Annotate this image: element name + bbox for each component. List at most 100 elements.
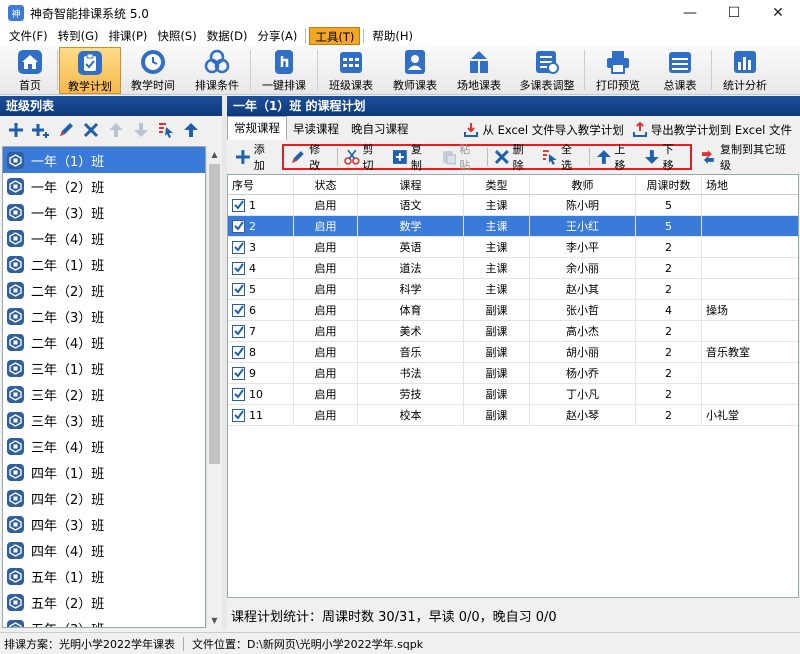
menu-schedule[interactable]: 排课(P) <box>103 27 152 45</box>
row-checkbox[interactable] <box>232 408 245 422</box>
class-list-item[interactable]: 二年（1）班 <box>3 251 205 277</box>
ribbon-master-table-button[interactable]: 总课表 <box>650 47 710 94</box>
table-row[interactable]: 2 启用 数学 主课 王小红 5 <box>228 216 798 237</box>
class-list-item[interactable]: 五年（3）班 <box>3 615 205 627</box>
menu-goto[interactable]: 转到(G) <box>53 27 104 45</box>
row-checkbox[interactable] <box>232 345 245 359</box>
ribbon-print-preview-button[interactable]: 打印预览 <box>586 47 650 94</box>
column-header-venue[interactable]: 场地 <box>702 175 798 194</box>
class-list-item[interactable]: 三年（1）班 <box>3 355 205 381</box>
import-excel-button[interactable]: 从 Excel 文件导入教学计划 <box>463 119 624 140</box>
minimize-button[interactable]: — <box>668 0 712 26</box>
column-header-status[interactable]: 状态 <box>294 175 358 194</box>
scroll-up-arrow-icon[interactable]: ▲ <box>207 146 222 162</box>
delete-class-button[interactable] <box>79 119 102 141</box>
column-header-no[interactable]: 序号 <box>228 175 294 194</box>
class-icon <box>7 515 24 533</box>
table-row[interactable]: 9 启用 书法 副课 杨小乔 2 <box>228 363 798 384</box>
move-down-button[interactable]: 下移 <box>640 143 688 172</box>
table-row[interactable]: 3 启用 英语 主课 李小平 2 <box>228 237 798 258</box>
ribbon-multi-adjust-button[interactable]: 多课表调整 <box>511 47 583 94</box>
table-row[interactable]: 10 启用 劳技 副课 丁小凡 2 <box>228 384 798 405</box>
column-header-teacher[interactable]: 教师 <box>530 175 636 194</box>
class-list-scrollbar[interactable]: ▲ ▼ <box>206 146 221 628</box>
ribbon-conditions-button[interactable]: 排课条件 <box>185 47 249 94</box>
scrollbar-thumb[interactable] <box>209 164 220 464</box>
ribbon-class-table-button[interactable]: 班级课表 <box>319 47 383 94</box>
table-row[interactable]: 8 启用 音乐 副课 胡小丽 2 音乐教室 <box>228 342 798 363</box>
class-list-item[interactable]: 一年（4）班 <box>3 225 205 251</box>
scroll-down-arrow-icon[interactable]: ▼ <box>207 612 222 628</box>
add-button[interactable]: 添加 <box>231 143 279 172</box>
row-checkbox[interactable] <box>232 387 245 401</box>
maximize-button[interactable]: ☐ <box>712 0 756 26</box>
add-class-button[interactable] <box>4 119 27 141</box>
class-list-item[interactable]: 四年（2）班 <box>3 485 205 511</box>
table-row[interactable]: 1 启用 语文 主课 陈小明 5 <box>228 195 798 216</box>
table-row[interactable]: 4 启用 道法 主课 余小丽 2 <box>228 258 798 279</box>
row-checkbox[interactable] <box>232 219 245 233</box>
class-list-item[interactable]: 二年（2）班 <box>3 277 205 303</box>
class-list-item[interactable]: 四年（3）班 <box>3 511 205 537</box>
class-list-item[interactable]: 三年（4）班 <box>3 433 205 459</box>
class-list-item[interactable]: 三年（3）班 <box>3 407 205 433</box>
class-list-item[interactable]: 三年（2）班 <box>3 381 205 407</box>
column-header-course[interactable]: 课程 <box>358 175 464 194</box>
row-checkbox[interactable] <box>232 324 245 338</box>
cell-course-text: 校本 <box>399 409 422 422</box>
move-up-button[interactable]: 上移 <box>592 143 640 172</box>
menu-help[interactable]: 帮助(H) <box>367 27 418 45</box>
class-list-item[interactable]: 二年（4）班 <box>3 329 205 355</box>
paste-button[interactable]: 粘贴 <box>437 143 485 172</box>
add-batch-class-button[interactable] <box>29 119 52 141</box>
row-checkbox[interactable] <box>232 198 245 212</box>
menu-snapshot[interactable]: 快照(S) <box>152 27 201 45</box>
menu-data[interactable]: 数据(D) <box>202 27 253 45</box>
class-list-item[interactable]: 二年（3）班 <box>3 303 205 329</box>
export-excel-button[interactable]: 导出教学计划到 Excel 文件 <box>632 119 792 140</box>
table-row[interactable]: 11 启用 校本 副课 赵小琴 2 小礼堂 <box>228 405 798 426</box>
ribbon-home-button[interactable]: 首页 <box>4 47 56 94</box>
class-list-item[interactable]: 四年（1）班 <box>3 459 205 485</box>
cut-button[interactable]: 剪切 <box>340 143 388 172</box>
tab-regular[interactable]: 常规课程 <box>227 116 287 140</box>
class-list-item[interactable]: 一年（1）班 <box>3 147 205 173</box>
class-list-item[interactable]: 五年（1）班 <box>3 563 205 589</box>
tab-evening-study[interactable]: 晚自习课程 <box>345 119 415 140</box>
ribbon-time-button[interactable]: 教学时间 <box>121 47 185 94</box>
ribbon-plan-button[interactable]: 教学计划 <box>59 47 121 94</box>
class-list-item[interactable]: 四年（4）班 <box>3 537 205 563</box>
table-row[interactable]: 6 启用 体育 副课 张小哲 4 操场 <box>228 300 798 321</box>
select-all-button[interactable]: 全选 <box>538 143 586 172</box>
delete-button[interactable]: 删除 <box>490 143 538 172</box>
row-checkbox[interactable] <box>232 282 245 296</box>
row-checkbox[interactable] <box>232 240 245 254</box>
column-header-hours[interactable]: 周课时数 <box>636 175 702 194</box>
ribbon-one-click-button[interactable]: 一键排课 <box>252 47 316 94</box>
row-checkbox[interactable] <box>232 303 245 317</box>
copy-to-other-classes-button[interactable]: 复制到其它班级 <box>695 143 800 172</box>
menu-file[interactable]: 文件(F) <box>4 27 53 45</box>
copy-button[interactable]: 复制 <box>388 143 436 172</box>
close-button[interactable]: ✕ <box>756 0 800 26</box>
row-checkbox[interactable] <box>232 366 245 380</box>
ribbon-venue-table-button[interactable]: 场地课表 <box>447 47 511 94</box>
select-class-button[interactable] <box>154 119 177 141</box>
class-list-item[interactable]: 一年（2）班 <box>3 173 205 199</box>
class-list-item[interactable]: 一年（3）班 <box>3 199 205 225</box>
column-header-type[interactable]: 类型 <box>464 175 530 194</box>
move-down-class-button[interactable] <box>129 119 152 141</box>
ribbon-teacher-table-button[interactable]: 教师课表 <box>383 47 447 94</box>
move-up-class-button[interactable] <box>104 119 127 141</box>
table-row[interactable]: 5 启用 科学 主课 赵小其 2 <box>228 279 798 300</box>
ribbon-statistics-button[interactable]: 统计分析 <box>713 47 777 94</box>
move-top-class-button[interactable] <box>179 119 202 141</box>
class-list-item[interactable]: 五年（2）班 <box>3 589 205 615</box>
table-row[interactable]: 7 启用 美术 副课 高小杰 2 <box>228 321 798 342</box>
edit-class-button[interactable] <box>54 119 77 141</box>
edit-button[interactable]: 修改 <box>286 143 334 172</box>
tab-morning-reading[interactable]: 早读课程 <box>287 119 345 140</box>
menu-tools[interactable]: 工具(T) <box>309 27 361 45</box>
row-checkbox[interactable] <box>232 261 245 275</box>
menu-share[interactable]: 分享(A) <box>253 27 303 45</box>
